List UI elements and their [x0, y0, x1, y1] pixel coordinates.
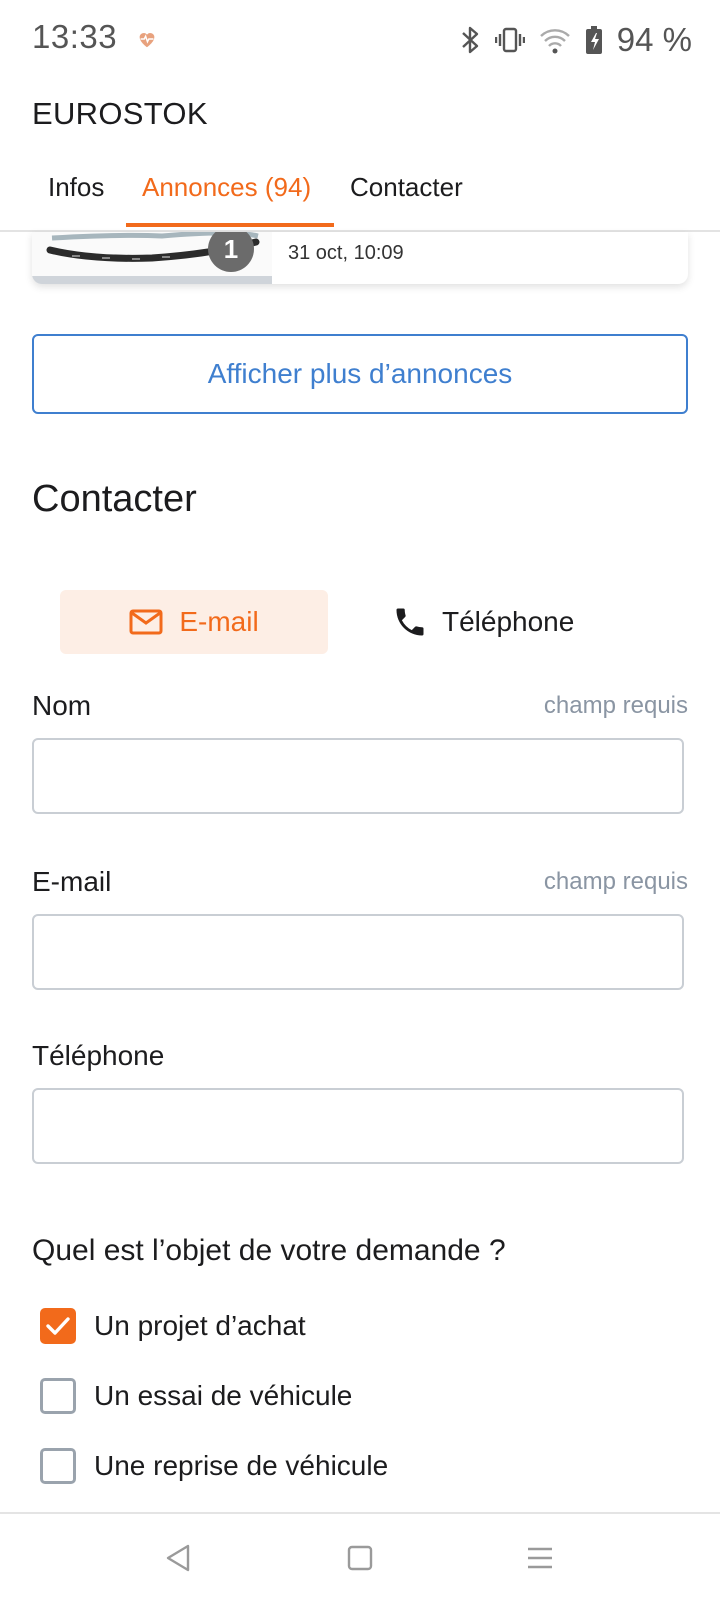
name-required-hint: champ requis — [543, 692, 688, 719]
contact-mode-phone[interactable]: Téléphone — [392, 590, 660, 654]
bluetooth-icon — [461, 26, 478, 54]
purchase-project-checkbox[interactable] — [40, 1308, 76, 1344]
listing-date: 31 oct, 10:09 — [288, 242, 404, 264]
tab-infos[interactable]: Infos — [48, 172, 104, 203]
email-input[interactable] — [32, 914, 684, 990]
tab-annonces[interactable]: Annonces (94) — [142, 172, 311, 203]
trade-in-label: Une reprise de véhicule — [94, 1450, 389, 1481]
wifi-icon — [539, 29, 570, 54]
purchase-project-label: Un projet d’achat — [94, 1310, 306, 1341]
option-test-drive[interactable]: Un essai de véhicule — [40, 1374, 352, 1418]
app-title: EUROSTOK — [32, 96, 208, 131]
test-drive-label: Un essai de véhicule — [94, 1380, 353, 1411]
name-input[interactable] — [32, 738, 684, 814]
image-progress-bar — [32, 276, 272, 284]
phone-icon — [396, 608, 424, 636]
name-field-label: Nom — [32, 690, 92, 721]
email-field-label: E-mail — [32, 866, 112, 897]
option-trade-in[interactable]: Une reprise de véhicule — [40, 1444, 388, 1488]
contact-mode-phone-label: Téléphone — [442, 606, 575, 637]
contact-section-title: Contacter — [32, 478, 197, 520]
nav-recents-button[interactable] — [516, 1534, 564, 1582]
contact-mode-email-label: E-mail — [179, 606, 259, 637]
tab-contacter[interactable]: Contacter — [350, 172, 463, 203]
test-drive-checkbox[interactable] — [40, 1378, 76, 1414]
vibrate-icon — [494, 27, 525, 53]
home-square-icon — [347, 1545, 373, 1571]
trade-in-checkbox[interactable] — [40, 1448, 76, 1484]
status-time: 13:33 — [32, 18, 118, 55]
checkmark-icon — [46, 1317, 70, 1335]
contact-mode-email[interactable]: E-mail — [60, 590, 328, 654]
system-navigation-bar — [0, 1512, 720, 1602]
menu-lines-icon — [528, 1547, 552, 1569]
battery-icon — [585, 26, 602, 54]
tab-bar: Infos Annonces (94) Contacter — [0, 160, 720, 232]
listing-card[interactable]: 1 31 oct, 10:09 — [32, 232, 688, 284]
request-purpose-question: Quel est l’objet de votre demande ? — [32, 1234, 506, 1267]
option-purchase-project[interactable]: Un projet d’achat — [40, 1304, 306, 1348]
nav-back-button[interactable] — [154, 1534, 202, 1582]
show-more-listings-button[interactable]: Afficher plus d’annonces — [32, 334, 688, 414]
active-tab-indicator — [126, 223, 334, 227]
status-bar: 13:33 94 % — [0, 0, 720, 80]
status-icons: 94 % — [459, 20, 692, 60]
phone-field-label: Téléphone — [32, 1040, 165, 1071]
back-triangle-icon — [166, 1544, 190, 1572]
battery-level: 94 % — [616, 21, 692, 58]
heart-monitor-icon — [139, 33, 155, 48]
phone-input[interactable] — [32, 1088, 684, 1164]
nav-home-button[interactable] — [336, 1534, 384, 1582]
email-required-hint: champ requis — [543, 868, 688, 895]
mail-icon — [129, 609, 163, 635]
